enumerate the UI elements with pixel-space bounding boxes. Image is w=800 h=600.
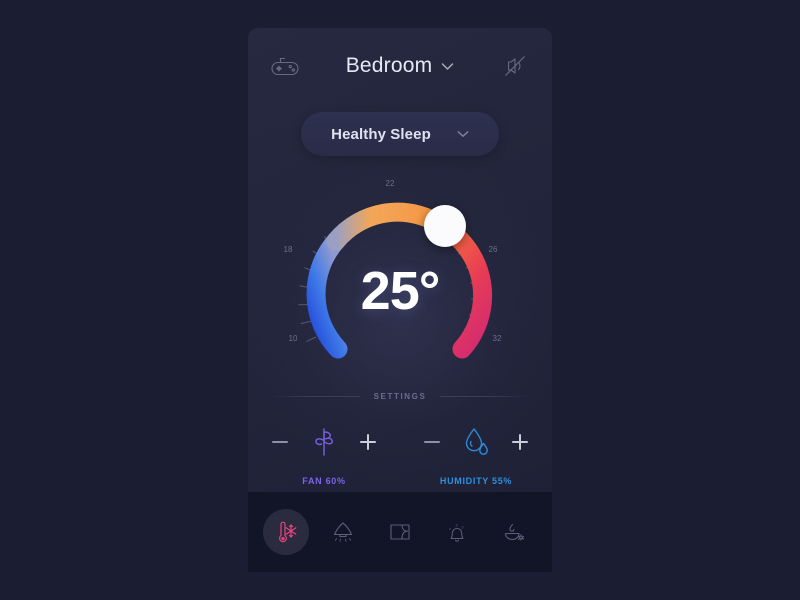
temperature-knob[interactable]	[424, 205, 466, 247]
tab-light[interactable]	[320, 509, 366, 555]
gauge-tick-18: 18	[284, 245, 293, 254]
humidity-plus-button[interactable]	[510, 432, 530, 452]
fan-control-row	[270, 421, 378, 463]
gauge-tick-22: 22	[386, 179, 395, 188]
divider-line-left	[270, 396, 360, 397]
app-root: Bedroom Healthy Sleep 10 18 22 26 32 25°…	[0, 0, 800, 600]
humidity-label: HUMIDITY 55%	[439, 476, 513, 486]
notification-muted-icon[interactable]	[500, 51, 530, 81]
page-title: Bedroom	[345, 54, 433, 77]
fan-icon[interactable]	[308, 425, 340, 459]
water-drop-icon[interactable]	[460, 425, 492, 459]
app-header: Bedroom	[248, 28, 552, 104]
lamp-icon	[334, 522, 353, 542]
gauge-tick-26: 26	[489, 245, 498, 254]
bottom-tab-bar: z Z Z	[248, 492, 552, 572]
fan-plus-button[interactable]	[358, 432, 378, 452]
game-controller-icon[interactable]	[270, 51, 300, 81]
tab-diffuser[interactable]	[491, 509, 537, 555]
svg-text:z: z	[449, 526, 451, 531]
settings-label: SETTINGS	[373, 392, 427, 401]
aroma-diffuser-icon	[504, 523, 524, 541]
window-curtain-icon	[390, 524, 410, 540]
room-selector[interactable]: Bedroom	[346, 54, 455, 78]
gauge-tick-10: 10	[289, 334, 298, 343]
tab-alarm[interactable]: z Z Z	[434, 509, 480, 555]
mode-row: Healthy Sleep	[248, 112, 552, 156]
mode-label: Healthy Sleep	[331, 125, 431, 143]
temperature-gauge[interactable]: 10 18 22 26 32 25°	[248, 164, 552, 382]
humidity-minus-button[interactable]	[422, 432, 442, 452]
temperature-value: 25°	[360, 261, 441, 321]
svg-text:Z: Z	[461, 524, 464, 529]
chevron-down-icon	[457, 131, 469, 138]
divider-line-right	[440, 396, 530, 397]
gauge-tick-32: 32	[493, 334, 502, 343]
svg-text:Z: Z	[455, 522, 458, 527]
sleep-bell-icon: z Z Z	[449, 522, 464, 542]
fan-control: FAN 60%	[248, 421, 400, 486]
humidity-control: HUMIDITY 55%	[400, 421, 552, 486]
fan-label: FAN 60%	[302, 476, 346, 486]
fan-minus-button[interactable]	[270, 432, 290, 452]
phone-screen: Bedroom Healthy Sleep 10 18 22 26 32 25°…	[248, 28, 552, 572]
mode-selector[interactable]: Healthy Sleep	[301, 112, 499, 156]
controls-row: FAN 60% HUMIDITY 55%	[248, 421, 552, 486]
chevron-down-icon	[442, 62, 454, 70]
tab-curtains[interactable]	[377, 509, 423, 555]
settings-divider: SETTINGS	[248, 392, 552, 401]
tab-climate[interactable]	[263, 509, 310, 555]
thermometer-snowflake-icon	[279, 521, 297, 543]
humidity-control-row	[422, 421, 530, 463]
